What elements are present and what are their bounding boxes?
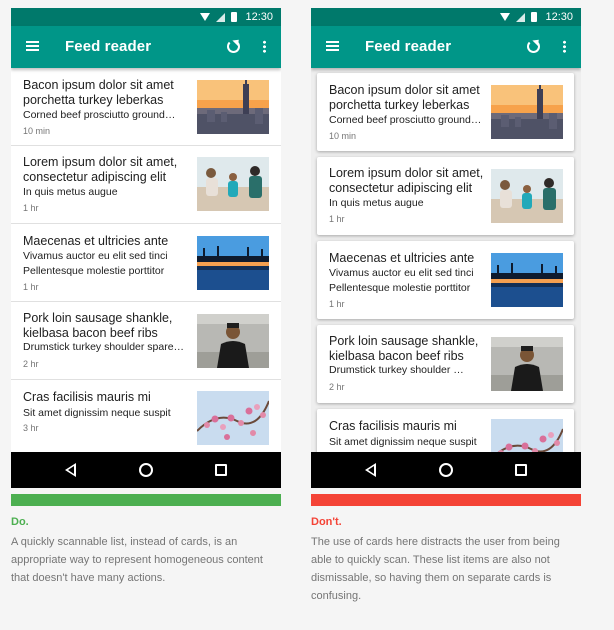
refresh-icon[interactable] (527, 40, 540, 53)
recents-icon[interactable] (515, 464, 527, 476)
card-item[interactable]: Lorem ipsum dolor sit amet, consectetur … (317, 157, 574, 235)
signal-icon (216, 12, 226, 22)
item-time: 3 hr (23, 423, 39, 433)
phone-cards-example: 12:30 Feed reader Bacon ipsum dolor sit … (311, 8, 581, 488)
item-thumbnail (197, 80, 269, 134)
item-time: 1 hr (329, 299, 345, 309)
item-subtitle: Vivamus auctor eu elit sed tinci (23, 250, 168, 262)
back-icon[interactable] (65, 463, 76, 477)
item-title: Maecenas et ultricies ante (329, 251, 475, 265)
list-item[interactable]: Lorem ipsum dolor sit amet, consectetur … (11, 146, 281, 224)
card-item[interactable]: Cras facilisis mauris mi Sit amet dignis… (317, 409, 574, 452)
item-thumbnail (491, 85, 563, 139)
status-time: 12:30 (245, 11, 273, 23)
home-icon[interactable] (439, 463, 453, 477)
app-bar: Feed reader (11, 26, 281, 68)
item-title: Lorem ipsum dolor sit amet, consectetur … (329, 166, 484, 195)
status-bar: 12:30 (311, 8, 581, 26)
signal-icon (516, 12, 526, 22)
refresh-icon[interactable] (227, 40, 240, 53)
item-thumbnail (197, 157, 269, 211)
wifi-icon (500, 13, 511, 21)
item-thumbnail (491, 169, 563, 223)
home-icon[interactable] (139, 463, 153, 477)
item-title: Maecenas et ultricies ante (23, 234, 169, 248)
do-label: Do. (11, 516, 29, 528)
item-subtitle: Corned beef prosciutto ground… (23, 109, 176, 121)
item-title: Pork loin sausage shankle, kielbasa baco… (329, 334, 479, 363)
menu-icon[interactable] (326, 41, 339, 51)
app-title: Feed reader (365, 38, 452, 55)
item-subtitle: Vivamus auctor eu elit sed tinci (329, 267, 474, 279)
feed-list: Bacon ipsum dolor sit amet porchetta tur… (11, 68, 281, 452)
item-time: 2 hr (23, 359, 39, 369)
dont-label: Don't. (311, 516, 342, 528)
item-title: Pork loin sausage shankle, kielbasa baco… (23, 311, 173, 340)
item-thumbnail (197, 391, 269, 445)
item-time: 2 hr (329, 382, 345, 392)
item-thumbnail (197, 314, 269, 368)
item-time: 1 hr (23, 282, 39, 292)
list-item[interactable]: Cras facilisis mauris mi Sit amet dignis… (11, 380, 281, 452)
status-bar: 12:30 (11, 8, 281, 26)
item-subtitle: In quis metus augue (23, 186, 118, 198)
item-title: Cras facilisis mauris mi (23, 390, 151, 404)
nav-bar (311, 452, 581, 488)
item-subtitle: In quis metus augue (329, 197, 424, 209)
back-icon[interactable] (365, 463, 376, 477)
item-time: 10 min (23, 126, 51, 136)
nav-bar (11, 452, 281, 488)
phone-list-example: 12:30 Feed reader Bacon ipsum dolor sit … (11, 8, 281, 488)
more-vert-icon[interactable] (263, 40, 266, 53)
item-subtitle: Corned beef prosciutto ground… (329, 114, 482, 126)
dont-indicator-bar (311, 494, 581, 506)
item-time: 1 hr (329, 214, 345, 224)
feed-cards: Bacon ipsum dolor sit amet porchetta tur… (311, 68, 581, 452)
app-bar: Feed reader (311, 26, 581, 68)
item-title: Bacon ipsum dolor sit amet porchetta tur… (329, 83, 480, 112)
item-thumbnail (491, 337, 563, 391)
list-item[interactable]: Pork loin sausage shankle, kielbasa baco… (11, 302, 281, 380)
card-item[interactable]: Maecenas et ultricies ante Vivamus aucto… (317, 241, 574, 319)
item-thumbnail (491, 419, 563, 452)
dont-description: The use of cards here distracts the user… (311, 536, 560, 602)
battery-icon (531, 12, 538, 22)
item-thumbnail (197, 236, 269, 290)
item-time: 10 min (329, 131, 357, 141)
list-item[interactable]: Maecenas et ultricies ante Vivamus aucto… (11, 224, 281, 302)
item-subtitle-2: Pellentesque molestie porttitor (23, 265, 165, 277)
item-subtitle: Drumstick turkey shoulder … (329, 364, 464, 376)
item-title: Lorem ipsum dolor sit amet, consectetur … (23, 155, 178, 184)
recents-icon[interactable] (215, 464, 227, 476)
app-title: Feed reader (65, 38, 152, 55)
card-item[interactable]: Pork loin sausage shankle, kielbasa baco… (317, 325, 574, 403)
status-time: 12:30 (545, 11, 573, 23)
menu-icon[interactable] (26, 41, 39, 51)
list-item[interactable]: Bacon ipsum dolor sit amet porchetta tur… (11, 68, 281, 146)
wifi-icon (200, 13, 211, 21)
item-subtitle-2: Pellentesque molestie porttitor (329, 282, 471, 294)
item-title: Cras facilisis mauris mi (329, 419, 457, 433)
item-title: Bacon ipsum dolor sit amet porchetta tur… (23, 78, 174, 107)
more-vert-icon[interactable] (563, 40, 566, 53)
do-description: A quickly scannable list, instead of car… (11, 536, 263, 584)
item-subtitle: Sit amet dignissim neque suspit (329, 436, 477, 448)
item-subtitle: Sit amet dignissim neque suspit (23, 407, 171, 419)
item-time: 1 hr (23, 203, 39, 213)
do-indicator-bar (11, 494, 281, 506)
battery-icon (231, 12, 238, 22)
card-item[interactable]: Bacon ipsum dolor sit amet porchetta tur… (317, 73, 574, 151)
item-subtitle: Drumstick turkey shoulder spare… (23, 341, 185, 353)
item-thumbnail (491, 253, 563, 307)
